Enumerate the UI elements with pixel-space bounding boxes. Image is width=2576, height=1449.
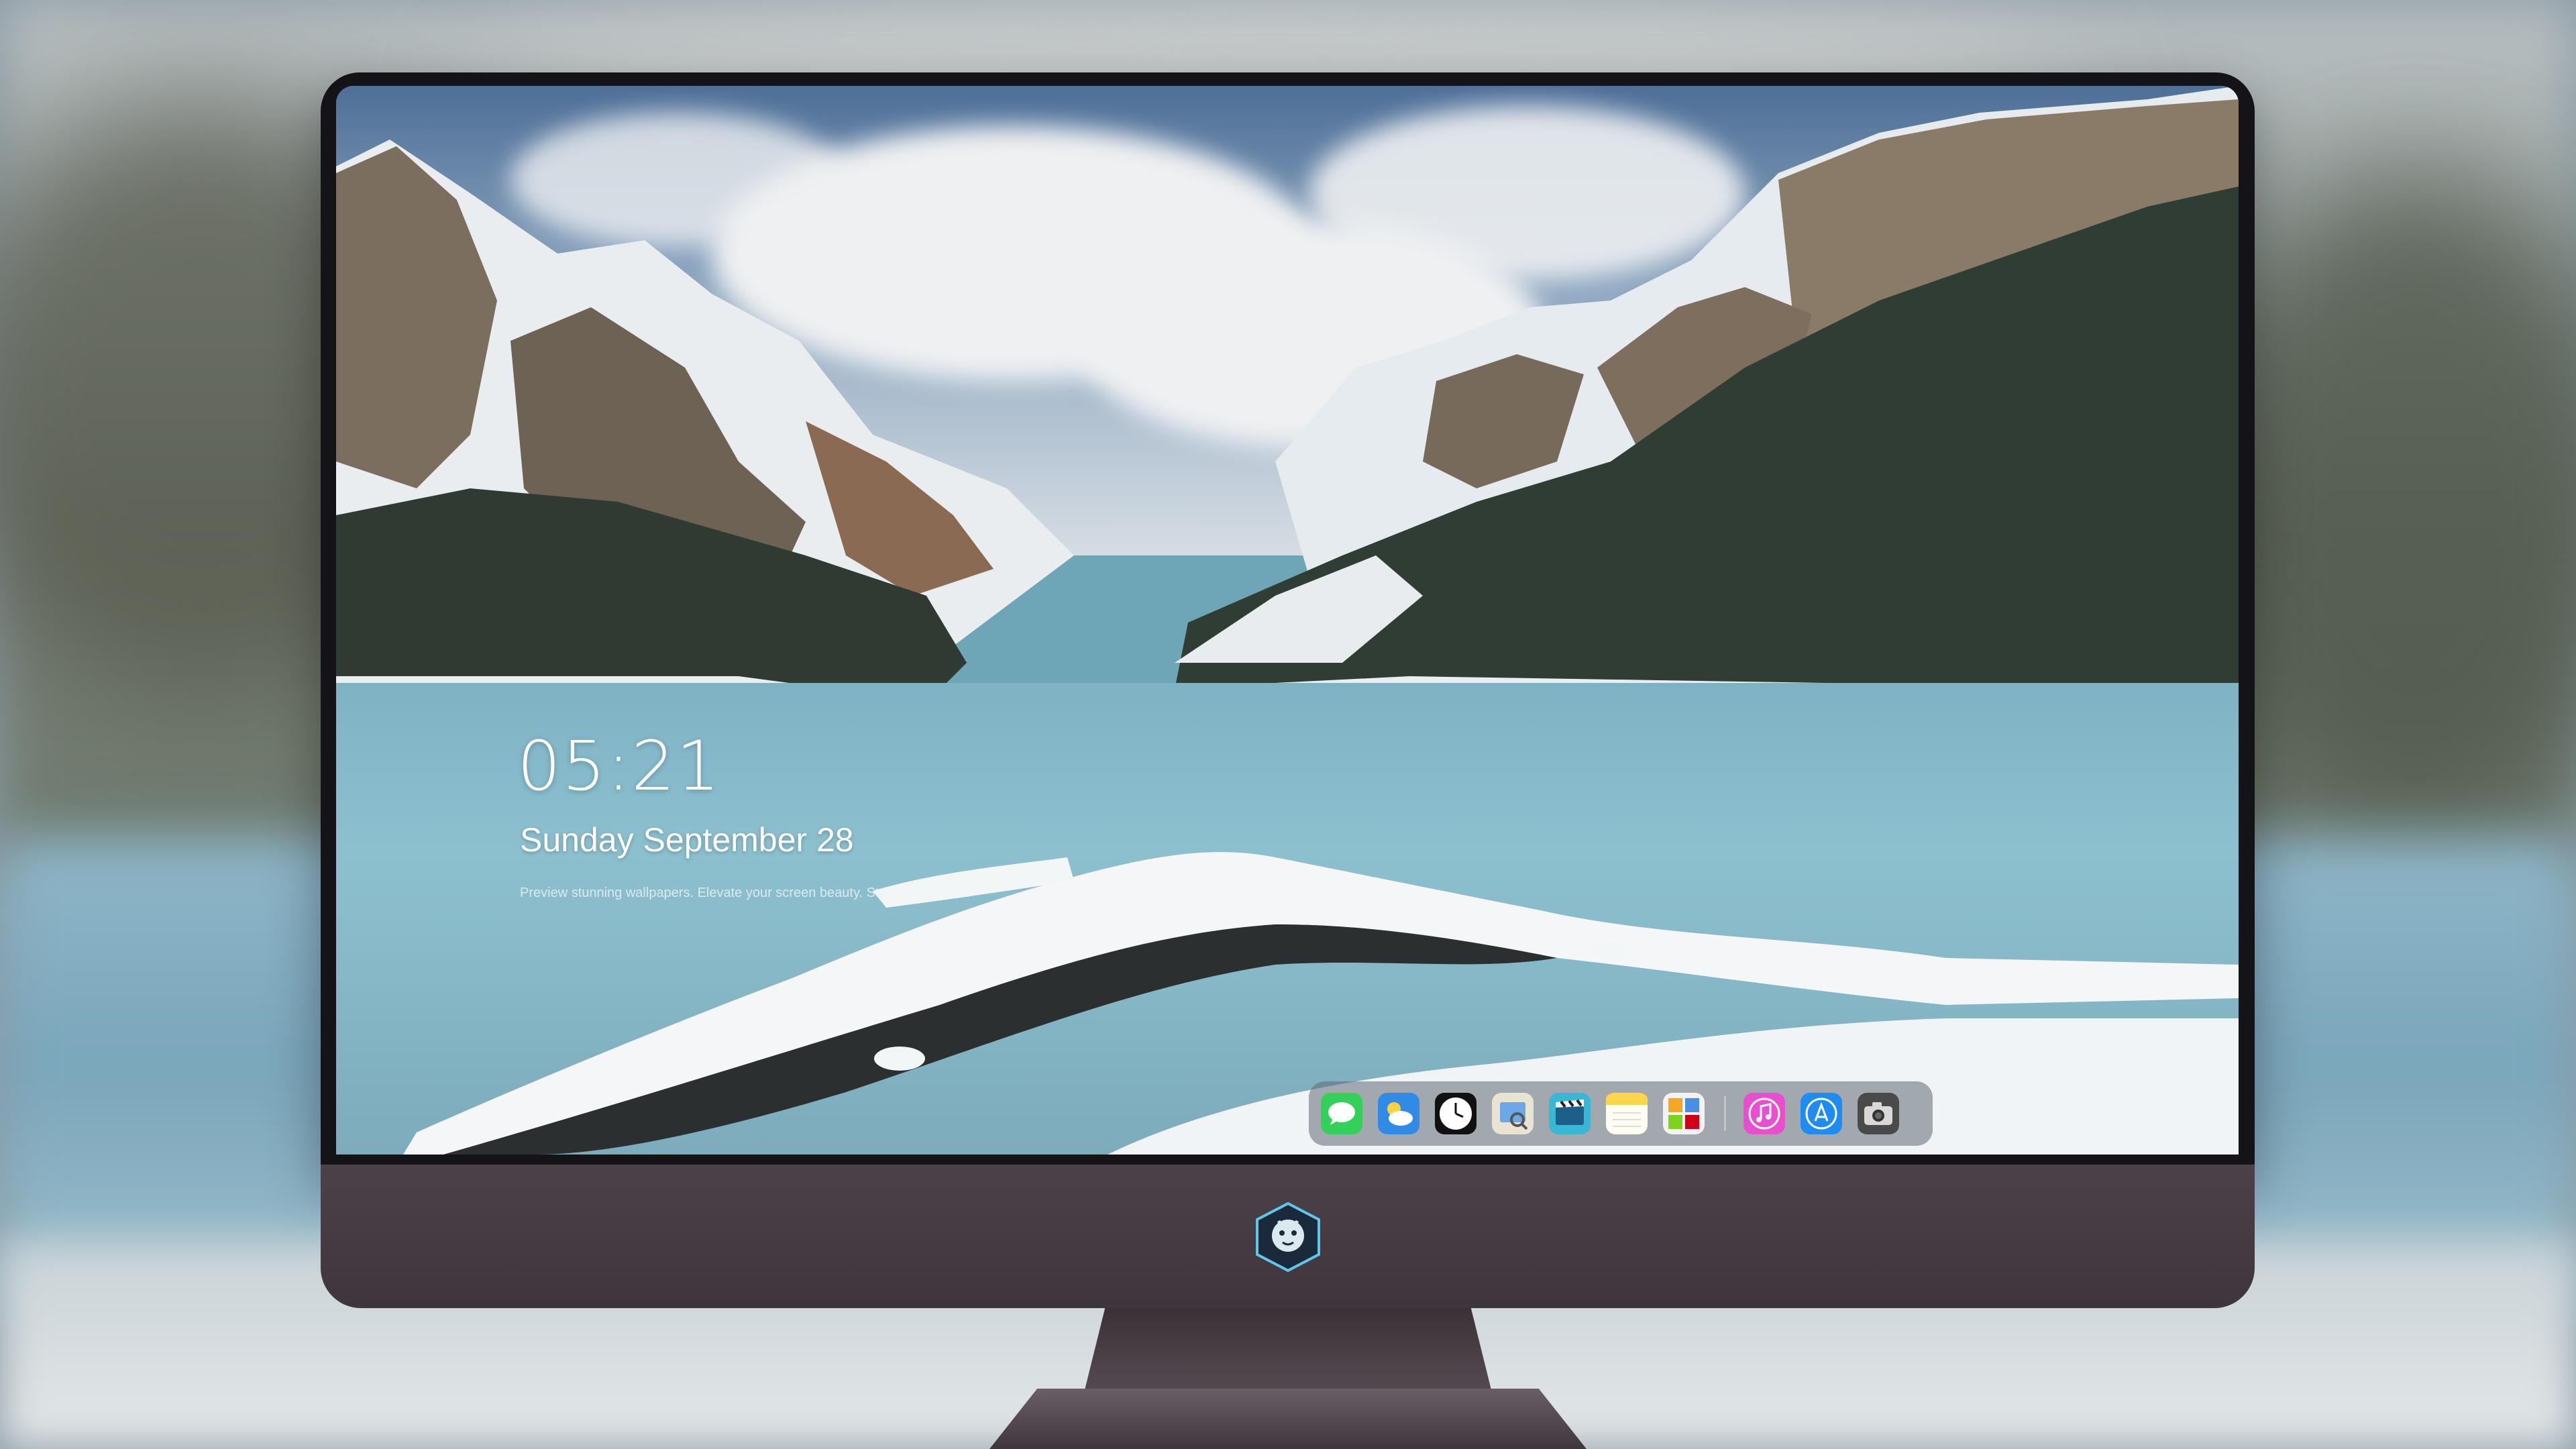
wallpaper-snow-logs — [403, 852, 2239, 1155]
messages-icon[interactable] — [1321, 1093, 1362, 1134]
camera-icon[interactable] — [1858, 1093, 1899, 1134]
brand-logo-icon — [1252, 1201, 1324, 1273]
app-store-icon[interactable] — [1801, 1093, 1842, 1134]
lock-date: Sunday September 28 — [520, 821, 854, 859]
photo-booth-icon[interactable] — [1663, 1093, 1705, 1134]
weather-icon[interactable] — [1378, 1093, 1419, 1134]
desktop-screen: 05:21 Sunday September 28 Preview stunni… — [336, 86, 2239, 1155]
notes-icon[interactable] — [1606, 1093, 1648, 1134]
preview-icon[interactable] — [1492, 1093, 1534, 1134]
dock-separator — [1724, 1096, 1726, 1131]
lock-tagline: Preview stunning wallpapers. Elevate you… — [520, 885, 971, 900]
clips-icon[interactable] — [1549, 1093, 1591, 1134]
dock — [1309, 1081, 1933, 1146]
monitor-stand-base — [989, 1389, 1587, 1449]
music-icon[interactable] — [1743, 1093, 1785, 1134]
lock-clock: 05:21 — [517, 727, 721, 806]
clock-icon[interactable] — [1435, 1093, 1477, 1134]
